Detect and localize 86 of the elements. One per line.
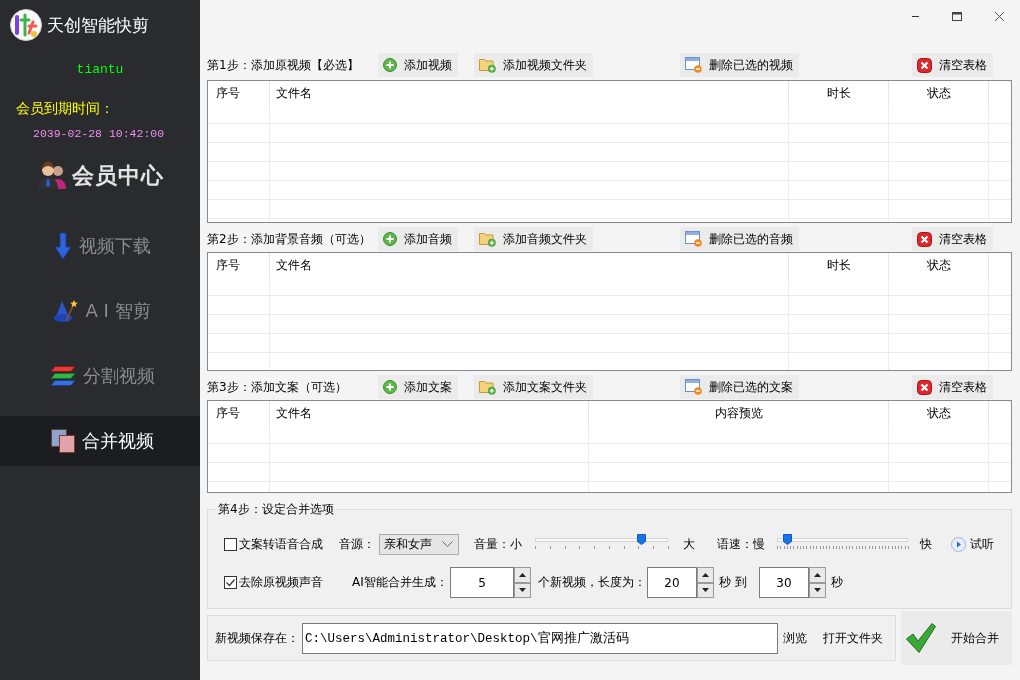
down-arrow-icon	[53, 232, 72, 260]
toolbar-button[interactable]: 清空表格	[912, 227, 993, 251]
overlapping-frames-icon	[50, 429, 75, 453]
username: tiantu	[76, 62, 124, 78]
check-mark-icon	[905, 622, 937, 654]
maximize-icon	[952, 11, 962, 21]
slider-thumb[interactable]	[782, 534, 792, 545]
step-title: 第2步：添加背景音频（可选）	[207, 230, 371, 248]
count-label: AI智能合并生成：	[352, 574, 449, 591]
window-minus-icon	[685, 57, 702, 73]
minimize-icon	[911, 15, 919, 17]
group-title: 第4步：设定合并选项	[217, 502, 335, 516]
slider-min-label: 小	[510, 535, 522, 553]
users-icon	[36, 161, 67, 189]
slider-max-label: 大	[683, 535, 696, 553]
toolbar-button[interactable]: 添加视频	[378, 53, 458, 77]
toolbar-button[interactable]: 删除已选的文案	[680, 375, 799, 399]
spin-up-button[interactable]	[809, 567, 826, 583]
close-icon	[994, 11, 1004, 21]
unit-label: 秒	[831, 574, 844, 591]
checkbox-label: 去除原视频声音	[239, 574, 323, 591]
toolbar-button[interactable]: 添加文案	[378, 375, 458, 399]
play-button[interactable]	[948, 536, 968, 552]
stacked-layers-icon	[49, 365, 76, 387]
app-logo-icon	[10, 9, 42, 41]
plus-circle-icon	[383, 58, 397, 72]
toolbar-button[interactable]: 清空表格	[912, 53, 993, 77]
spin-up-button[interactable]	[697, 567, 714, 583]
voice-select[interactable]: 亲和女声	[379, 533, 459, 555]
folder-plus-icon	[479, 379, 496, 395]
nav-item[interactable]: 视频下载	[0, 221, 200, 271]
close-icon	[917, 379, 932, 395]
min-length-input[interactable]: 20	[647, 567, 697, 598]
volume-label: 音量：	[474, 535, 510, 553]
save-path-label: 新视频保存在：	[215, 629, 300, 647]
slider-thumb[interactable]	[636, 534, 646, 545]
plus-circle-icon	[383, 380, 397, 394]
toolbar-button[interactable]: 添加音频文件夹	[474, 227, 593, 251]
slider-max-label: 快	[920, 535, 933, 553]
nav-item[interactable]: 分割视频	[0, 351, 200, 401]
save-path-input[interactable]: C:\Users\Administrator\Desktop\官网推广激活码	[302, 622, 778, 654]
expiry-time: 2039-02-28 10:42:00	[33, 126, 165, 142]
caret-down-icon	[814, 588, 821, 593]
toolbar-button[interactable]: 添加音频	[378, 227, 458, 251]
checkbox-label: 文案转语音合成	[239, 535, 323, 553]
folder-plus-icon	[479, 231, 496, 247]
spin-up-button[interactable]	[514, 567, 531, 583]
speed-label: 语速：	[717, 535, 753, 553]
browse-button[interactable]: 浏览	[783, 629, 807, 647]
open-folder-button[interactable]: 打开文件夹	[823, 629, 883, 647]
caret-up-icon	[702, 572, 709, 577]
start-merge-button[interactable]: 开始合并	[901, 611, 1012, 665]
window-minus-icon	[685, 231, 702, 247]
count-input[interactable]: 5	[450, 567, 514, 598]
close-icon	[917, 231, 932, 247]
member-center-button[interactable]: 会员中心	[36, 159, 164, 191]
step-title: 第3步：添加文案（可选）	[207, 378, 347, 396]
window-minus-icon	[685, 379, 702, 395]
caret-up-icon	[814, 572, 821, 577]
toolbar-button[interactable]: 添加文案文件夹	[474, 375, 593, 399]
max-length-input[interactable]: 30	[759, 567, 809, 598]
plus-circle-icon	[383, 232, 397, 246]
checkbox[interactable]	[224, 576, 237, 589]
caret-up-icon	[519, 572, 526, 577]
toolbar-button[interactable]: 删除已选的音频	[680, 227, 799, 251]
caret-down-icon	[702, 588, 709, 593]
caret-down-icon	[519, 588, 526, 593]
length-label: 个新视频，长度为：	[538, 574, 647, 591]
voice-label: 音源：	[339, 535, 376, 553]
to-label: 秒 到	[719, 574, 748, 591]
toolbar-button[interactable]: 添加视频文件夹	[474, 53, 593, 77]
folder-plus-icon	[479, 57, 496, 73]
close-icon	[917, 57, 932, 73]
checkbox[interactable]	[224, 537, 237, 551]
toolbar-button[interactable]: 清空表格	[912, 375, 993, 399]
app-title: 天创智能快剪	[47, 14, 149, 37]
chevron-down-icon	[442, 541, 453, 547]
step-title: 第1步：添加原视频【必选】	[207, 56, 359, 74]
nav-item[interactable]: A I 智剪	[0, 286, 200, 336]
preview-button[interactable]: 试听	[968, 535, 995, 553]
play-icon	[950, 536, 966, 552]
slider-min-label: 慢	[753, 535, 765, 553]
toolbar-button[interactable]: 删除已选的视频	[680, 53, 799, 77]
nav-item[interactable]: 合并视频	[0, 416, 200, 466]
expiry-label: 会员到期时间：	[16, 100, 114, 116]
wizard-hat-icon	[53, 299, 79, 323]
